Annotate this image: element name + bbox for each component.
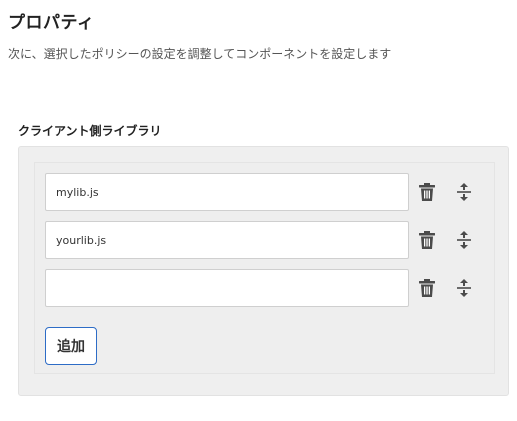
- reorder-icon[interactable]: [452, 276, 476, 300]
- library-input[interactable]: [45, 269, 409, 307]
- reorder-icon[interactable]: [452, 180, 476, 204]
- multifield-row: [45, 173, 485, 211]
- library-input[interactable]: [45, 221, 409, 259]
- multifield-container: 追加: [34, 162, 495, 374]
- trash-icon[interactable]: [415, 180, 439, 204]
- properties-page: プロパティ 次に、選択したポリシーの設定を調整してコンポーネントを設定します ク…: [0, 0, 517, 421]
- library-input[interactable]: [45, 173, 409, 211]
- multifield-row: [45, 221, 485, 259]
- add-button[interactable]: 追加: [45, 327, 97, 365]
- multifield-row: [45, 269, 485, 307]
- client-libraries-panel: 追加: [18, 146, 509, 396]
- page-subtitle: 次に、選択したポリシーの設定を調整してコンポーネントを設定します: [8, 47, 392, 61]
- trash-icon[interactable]: [415, 228, 439, 252]
- client-libraries-label: クライアント側ライブラリ: [18, 124, 162, 138]
- page-title: プロパティ: [8, 13, 95, 33]
- trash-icon[interactable]: [415, 276, 439, 300]
- reorder-icon[interactable]: [452, 228, 476, 252]
